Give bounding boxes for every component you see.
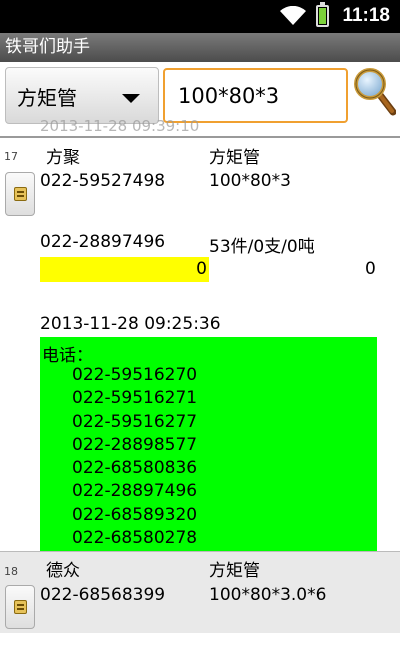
phone-list-item[interactable]: 022-68589320 bbox=[72, 504, 197, 527]
phone-list-item[interactable]: 022-59516277 bbox=[72, 411, 197, 434]
dropdown-arrow-icon bbox=[122, 94, 140, 103]
note-icon bbox=[14, 187, 27, 201]
phone-list-item[interactable]: 022-68580278 bbox=[72, 527, 197, 550]
app-title: 铁哥们助手 bbox=[5, 37, 90, 57]
note-button[interactable] bbox=[5, 585, 35, 629]
phone-number-secondary[interactable]: 022-28897496 bbox=[40, 232, 165, 252]
wifi-icon bbox=[280, 6, 306, 25]
product-spec: 100*80*3.0*6 bbox=[209, 585, 327, 605]
phone-list-box: 电话： 022-59516270 022-59516271 022-595162… bbox=[40, 337, 377, 551]
status-bar: 11:18 bbox=[0, 0, 400, 33]
company-name: 方聚 bbox=[46, 148, 80, 168]
note-icon bbox=[14, 600, 27, 614]
item-number: 18 bbox=[4, 565, 18, 578]
phone-list-item[interactable]: 022-59516271 bbox=[72, 387, 197, 410]
phone-list-item[interactable]: 022-28897496 bbox=[72, 480, 197, 503]
phone-list: 022-59516270 022-59516271 022-59516277 0… bbox=[72, 364, 197, 550]
company-name: 德众 bbox=[46, 561, 80, 581]
bar-value: 0 bbox=[196, 259, 207, 279]
phone-list-item[interactable]: 022-59516270 bbox=[72, 364, 197, 387]
list-divider bbox=[0, 136, 400, 138]
phone-list-item[interactable]: 022-68580836 bbox=[72, 457, 197, 480]
phone-number[interactable]: 022-68568399 bbox=[40, 585, 165, 605]
item-number: 17 bbox=[4, 150, 18, 163]
category-spinner[interactable]: 方矩管 bbox=[5, 67, 159, 124]
magnifier-icon[interactable] bbox=[352, 67, 396, 117]
partially-hidden-timestamp: 2013-11-28 09:39:10 bbox=[40, 117, 200, 135]
product-spec: 100*80*3 bbox=[209, 171, 291, 191]
phones-label: 电话： bbox=[42, 346, 93, 366]
category-selected-value: 方矩管 bbox=[17, 86, 77, 110]
product-name: 方矩管 bbox=[209, 561, 260, 581]
yellow-highlight-bar: 0 bbox=[40, 257, 209, 282]
phone-number[interactable]: 022-59527498 bbox=[40, 171, 165, 191]
right-value: 0 bbox=[365, 259, 376, 279]
product-name: 方矩管 bbox=[209, 148, 260, 168]
note-button[interactable] bbox=[5, 172, 35, 216]
app-title-bar: 铁哥们助手 bbox=[0, 33, 400, 62]
battery-charging-icon bbox=[316, 2, 329, 27]
search-input[interactable] bbox=[163, 68, 348, 123]
list-item[interactable]: 18 德众 方矩管 022-68568399 100*80*3.0*6 bbox=[0, 551, 400, 633]
item-timestamp: 2013-11-28 09:25:36 bbox=[40, 314, 221, 334]
status-time: 11:18 bbox=[342, 5, 390, 26]
phone-list-item[interactable]: 022-28898577 bbox=[72, 434, 197, 457]
stock-quantity: 53件/0支/0吨 bbox=[209, 237, 315, 257]
